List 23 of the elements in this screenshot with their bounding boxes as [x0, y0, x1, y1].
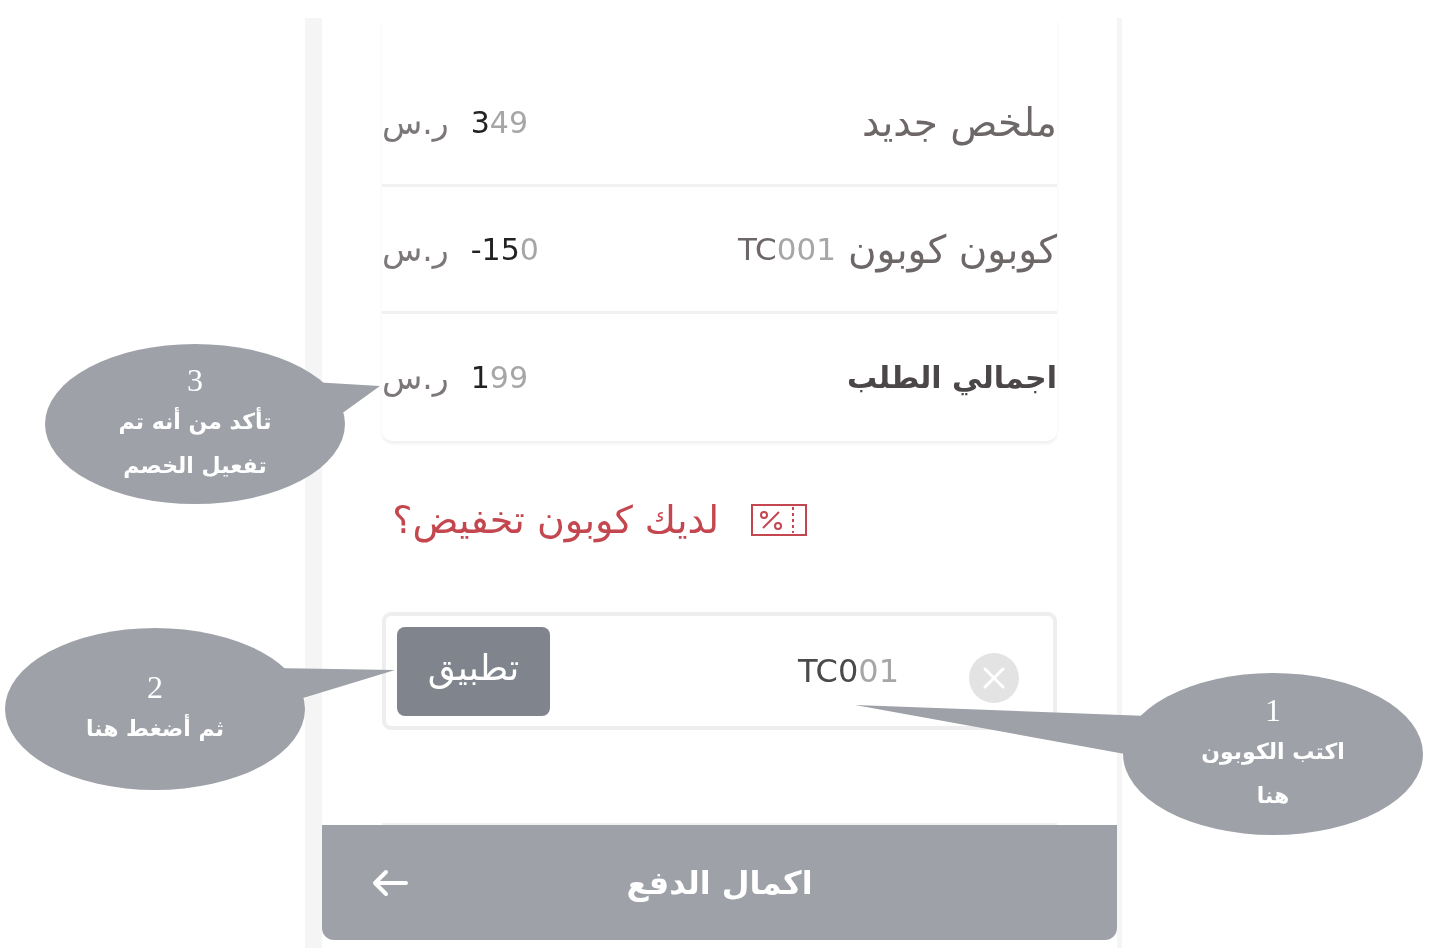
coupon-code-text: TC001	[737, 231, 836, 267]
coupon-prompt-link[interactable]: لديك كوبون تخفيض؟	[392, 498, 719, 542]
checkout-button[interactable]: اكمال الدفع	[322, 825, 1117, 940]
callout-number: 3	[187, 361, 203, 400]
amount-text: 349	[470, 104, 528, 140]
summary-label: اجمالي الطلب	[846, 360, 1057, 395]
currency-text: ر.س	[382, 229, 449, 269]
summary-label: كوبون كوبون	[847, 226, 1057, 272]
coupon-input-field[interactable]: TC001	[550, 627, 969, 715]
callout-number: 1	[1265, 691, 1281, 730]
summary-label: ملخص جديد	[861, 99, 1057, 145]
callout-text: تأكد من أنه تم تفعيل الخصم	[118, 406, 272, 480]
amount-text: -150	[470, 231, 539, 267]
amount-text: 199	[470, 360, 528, 395]
currency-text: ر.س	[382, 358, 449, 397]
callout-number: 2	[147, 668, 163, 707]
ticket-icon	[751, 504, 807, 536]
arrow-left-icon	[372, 868, 408, 897]
apply-button[interactable]: تطبيق	[397, 626, 550, 716]
callout-text: ثم أضغط هنا	[85, 713, 225, 743]
clear-icon[interactable]	[969, 653, 1019, 703]
currency-text: ر.س	[382, 102, 449, 142]
callout-text: اكتب الكوبون هنا	[1201, 738, 1345, 810]
